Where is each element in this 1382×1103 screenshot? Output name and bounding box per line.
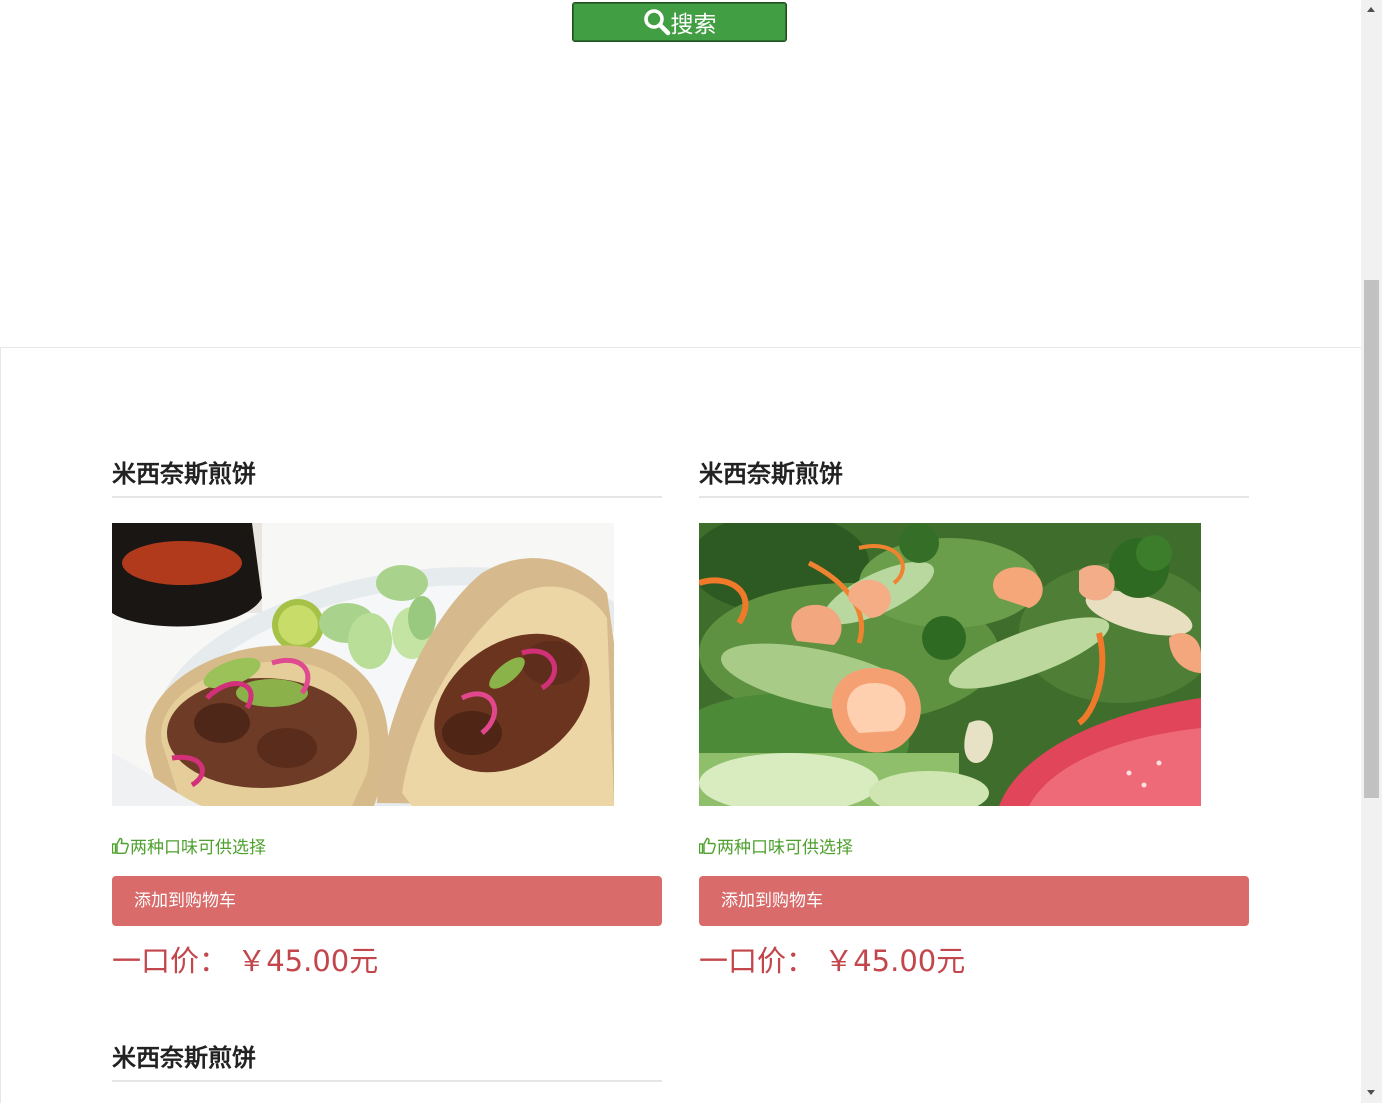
feature-note: 两种口味可供选择: [698, 833, 853, 858]
search-label: 搜索: [670, 12, 717, 38]
scroll-up-arrow-icon[interactable]: [1367, 7, 1375, 12]
add-to-cart-button[interactable]: 添加到购物车: [699, 876, 1249, 926]
product-title: 米西奈斯煎饼: [699, 456, 1249, 498]
thumbs-up-icon: [698, 837, 716, 854]
product-card: 米西奈斯煎饼: [111, 456, 662, 978]
product-title: 米西奈斯煎饼: [112, 1040, 662, 1082]
shrimp-salad-image: [699, 523, 1201, 806]
product-card: 米西奈斯煎饼: [112, 1040, 662, 1082]
thumbs-up-icon: [111, 837, 129, 854]
add-to-cart-button[interactable]: 添加到购物车: [112, 876, 662, 926]
scroll-thumb[interactable]: [1364, 280, 1379, 798]
feature-text: 两种口味可供选择: [717, 838, 853, 858]
product-section: 米西奈斯煎饼 两种口味可供选择 添加到购物车 一口价： ￥45.00元 米西奈斯…: [0, 347, 1361, 1103]
search-button[interactable]: 搜索: [572, 2, 787, 42]
tacos-image: [112, 523, 614, 806]
search-icon: [643, 8, 671, 36]
feature-note: 两种口味可供选择: [111, 833, 266, 858]
feature-text: 两种口味可供选择: [130, 838, 266, 858]
price-label: 一口价： ￥45.00元: [112, 944, 379, 978]
product-card: 米西奈斯煎饼: [698, 456, 1249, 978]
product-title: 米西奈斯煎饼: [112, 456, 662, 498]
scroll-down-arrow-icon[interactable]: [1367, 1090, 1375, 1095]
page: 搜索 米西奈斯煎饼 两种口味可供选择 添加到购物车 一口价： ￥45.00元 米…: [0, 0, 1361, 1103]
price-label: 一口价： ￥45.00元: [699, 944, 966, 978]
vertical-scrollbar[interactable]: [1361, 0, 1382, 1103]
